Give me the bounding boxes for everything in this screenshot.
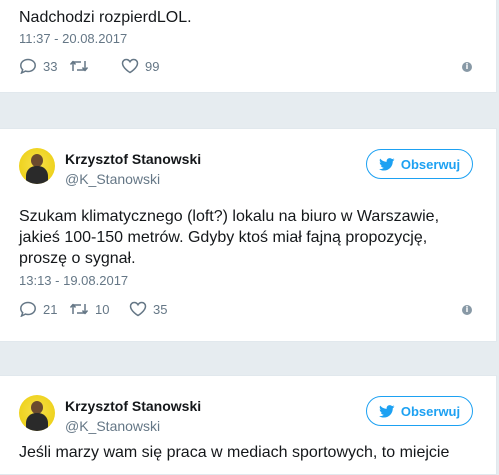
retweet-icon [69, 60, 89, 72]
avatar[interactable] [19, 148, 55, 184]
tweet-timestamp[interactable]: 11:37 - 20.08.2017 [19, 31, 127, 46]
tweet-card[interactable]: Krzysztof Stanowski @K_Stanowski Obserwu… [0, 128, 497, 342]
like-count: 99 [145, 58, 160, 74]
like-count: 35 [153, 301, 168, 317]
heart-icon [129, 301, 147, 317]
reply-icon [20, 58, 36, 74]
tweet-card[interactable]: Nadchodzi rozpierdLOL. 11:37 - 20.08.201… [0, 0, 497, 93]
follow-label: Obserwuj [400, 156, 461, 172]
author-name[interactable]: Krzysztof Stanowski [65, 151, 201, 167]
tweet-actions: 21 10 35 [19, 301, 167, 317]
reply-button[interactable]: 33 [19, 58, 69, 74]
reply-icon [20, 301, 36, 317]
author-name[interactable]: Krzysztof Stanowski [65, 398, 201, 414]
twitter-bird-icon [378, 404, 395, 418]
reply-button[interactable]: 21 [19, 301, 69, 317]
retweet-count: 10 [95, 301, 110, 317]
retweet-button[interactable] [69, 58, 121, 74]
tweet-actions: 33 99 [19, 58, 159, 74]
like-button[interactable]: 35 [129, 301, 167, 317]
twitter-bird-icon [378, 157, 395, 171]
tweet-timestamp[interactable]: 13:13 - 19.08.2017 [19, 273, 128, 288]
author-handle[interactable]: @K_Stanowski [65, 171, 160, 187]
follow-label: Obserwuj [400, 403, 461, 419]
tweet-card[interactable]: Krzysztof Stanowski @K_Stanowski Obserwu… [0, 375, 497, 475]
retweet-button[interactable]: 10 [69, 301, 129, 317]
info-icon[interactable]: i [462, 305, 472, 315]
author-handle[interactable]: @K_Stanowski [65, 418, 160, 434]
info-icon[interactable]: i [462, 62, 472, 72]
follow-button[interactable]: Obserwuj [366, 396, 473, 426]
reply-count: 33 [43, 58, 58, 74]
like-button[interactable]: 99 [121, 58, 159, 74]
heart-icon [121, 58, 139, 74]
tweet-text-line: Szukam klimatycznego (loft?) lokalu na b… [19, 208, 440, 225]
follow-button[interactable]: Obserwuj [366, 149, 473, 179]
tweet-text-line: jakieś 100-150 metrów. Gdyby ktoś miał f… [19, 229, 428, 246]
tweet-text-line: proszę o sygnał. [19, 250, 136, 267]
reply-count: 21 [43, 301, 58, 317]
tweet-text: Nadchodzi rozpierdLOL. [19, 9, 192, 26]
avatar[interactable] [19, 395, 55, 431]
retweet-icon [69, 303, 89, 315]
